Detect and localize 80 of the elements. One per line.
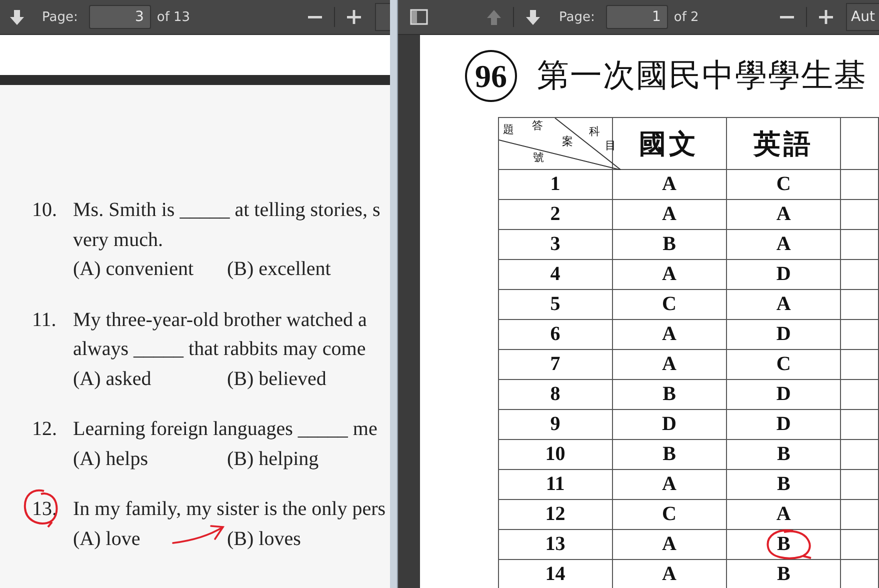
- table-cell: D: [776, 263, 791, 286]
- table-cell: A: [662, 173, 676, 196]
- question-text: Ms. Smith is _____ at telling stories, s: [73, 198, 381, 223]
- table-cell: A: [776, 233, 791, 256]
- table-cell: A: [776, 293, 791, 316]
- table-cell: D: [776, 383, 791, 406]
- table-cell: 5: [498, 290, 612, 320]
- table-cell: 2: [498, 200, 612, 230]
- header-label: 科: [589, 126, 600, 138]
- table-cell: 1: [498, 170, 612, 200]
- table-cell: 4: [498, 260, 612, 290]
- document-title: 第一次國民中學學生基: [537, 55, 867, 96]
- table-cell: A: [662, 473, 676, 496]
- question-text: My three-year-old brother watched a: [73, 308, 368, 332]
- question-number: 13.: [32, 497, 57, 522]
- zoom-select[interactable]: Aut: [846, 3, 879, 31]
- table-cell: C: [776, 173, 791, 196]
- table-cell: A: [662, 563, 676, 586]
- table-cell: B: [662, 233, 676, 256]
- next-page-icon[interactable]: [9, 8, 25, 26]
- sidebar-toggle-icon[interactable]: [410, 9, 428, 25]
- question-text: always _____ that rabbits may come: [73, 337, 367, 362]
- table-cell: A: [662, 353, 676, 376]
- table-cell: B: [776, 473, 790, 496]
- question-number: 10.: [32, 198, 57, 223]
- table-cell: 8: [498, 380, 612, 410]
- answer-option: (B) believed: [227, 364, 326, 394]
- page-label: Page:: [559, 10, 595, 24]
- table-cell: B: [776, 443, 790, 466]
- question-text: Learning foreign languages _____ me: [73, 417, 378, 442]
- header-label: 號: [533, 152, 544, 164]
- question-number: 12.: [32, 417, 57, 442]
- table-cell: A: [662, 323, 676, 346]
- question-number: 11.: [32, 308, 56, 332]
- next-page-icon[interactable]: [525, 8, 541, 26]
- answer-option: (A) convenient: [73, 255, 194, 284]
- table-cell: D: [776, 413, 791, 436]
- column-header: 英語: [726, 118, 841, 170]
- table-cell: B: [662, 443, 676, 466]
- table-cell: C: [776, 353, 791, 376]
- table-cell: A: [662, 533, 676, 556]
- table-cell: B: [776, 563, 790, 586]
- table-cell: 10: [498, 440, 612, 470]
- answer-option: (B) loves: [227, 524, 301, 554]
- zoom-in-icon[interactable]: [818, 9, 834, 25]
- table-cell: A: [776, 203, 791, 226]
- question-text: In my family, my sister is the only pers: [73, 497, 386, 522]
- page-number-field[interactable]: 3: [88, 5, 151, 29]
- page-label: Page:: [42, 10, 78, 24]
- table-cell: B: [776, 533, 790, 556]
- year-badge: 96: [465, 50, 517, 102]
- table-cell: A: [662, 263, 676, 286]
- answer-option: (A) love: [73, 524, 140, 554]
- table-cell: 14: [498, 560, 612, 588]
- answer-option: (B) excellent: [227, 255, 331, 284]
- table-cell: A: [776, 503, 791, 526]
- table-cell: A: [662, 203, 676, 226]
- table-cell: 7: [498, 350, 612, 380]
- table-cell: D: [776, 323, 791, 346]
- answer-option: (A) asked: [73, 364, 152, 394]
- table-cell: C: [662, 293, 676, 316]
- page-number-field[interactable]: 1: [606, 5, 668, 29]
- table-cell: 13: [498, 530, 612, 560]
- table-cell: 6: [498, 320, 612, 350]
- table-cell: B: [662, 383, 676, 406]
- table-cell: 11: [498, 470, 612, 500]
- table-cell: 3: [498, 230, 612, 260]
- header-label: 答: [532, 120, 543, 132]
- table-cell: D: [662, 413, 676, 436]
- header-label: 案: [562, 136, 573, 148]
- zoom-in-icon[interactable]: [346, 9, 362, 25]
- header-label: 題: [503, 124, 514, 136]
- table-cell: 12: [498, 500, 612, 530]
- question-text: very much.: [73, 228, 164, 252]
- table-cell: C: [662, 503, 676, 526]
- answer-option: (B) helping: [227, 444, 319, 474]
- page-count: of 2: [674, 10, 699, 24]
- table-cell: 9: [498, 410, 612, 440]
- answer-option: (A) helps: [73, 444, 148, 474]
- page-count: of 13: [156, 10, 190, 24]
